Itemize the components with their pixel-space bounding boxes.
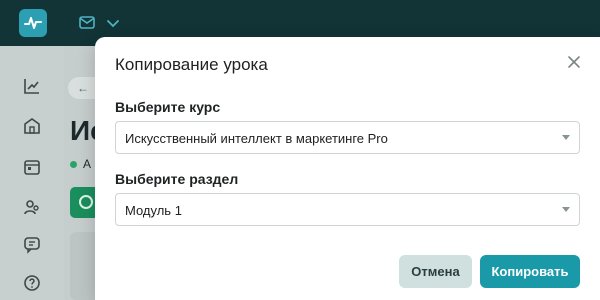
course-label: Выберите курс [115, 99, 221, 115]
course-select[interactable]: Искусственный интеллект в маркетинге Pro [115, 121, 580, 154]
cancel-button[interactable]: Отмена [399, 255, 472, 288]
section-select-value: Модуль 1 [125, 203, 182, 218]
pulse-icon[interactable] [19, 9, 47, 37]
mail-icon[interactable] [79, 16, 95, 34]
copy-lesson-dialog: Копирование урока Выберите курс Искусств… [95, 37, 600, 300]
back-arrow: ← [77, 81, 89, 95]
dialog-title: Копирование урока [115, 55, 268, 74]
course-select-value: Искусственный интеллект в маркетинге Pro [125, 131, 388, 146]
copy-button[interactable]: Копировать [480, 255, 580, 288]
caret-down-icon [562, 135, 570, 140]
users-icon[interactable] [23, 198, 41, 216]
chevron-down-icon[interactable] [106, 16, 120, 34]
status-text: А [83, 157, 92, 171]
calendar-icon[interactable] [23, 158, 41, 176]
close-icon[interactable] [567, 55, 581, 69]
chat-icon[interactable] [23, 236, 41, 254]
caret-down-icon [562, 207, 570, 212]
plus-circle-icon [79, 195, 93, 209]
status-dot [70, 161, 77, 169]
section-select[interactable]: Модуль 1 [115, 193, 580, 226]
section-label: Выберите раздел [115, 171, 239, 187]
help-icon[interactable] [23, 274, 41, 292]
chart-icon[interactable] [23, 77, 41, 95]
building-icon[interactable] [23, 117, 41, 135]
status-badge: А [70, 157, 91, 171]
